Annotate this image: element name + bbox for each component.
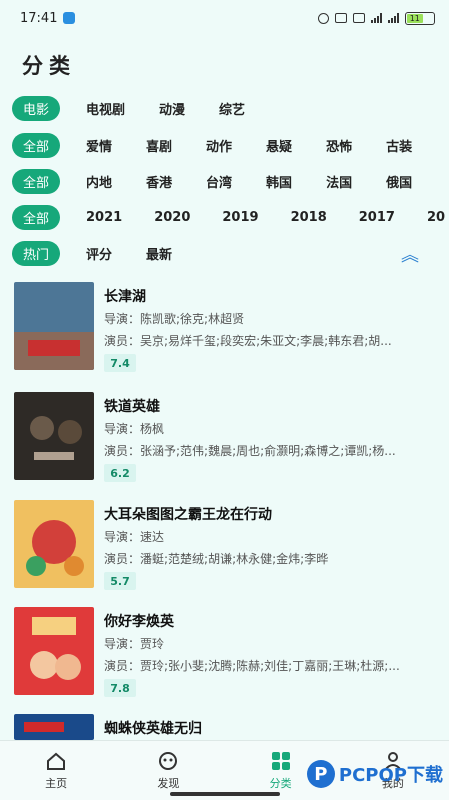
- filter-type-variety[interactable]: 综艺: [219, 99, 245, 118]
- filter-type-movie[interactable]: 电影: [12, 95, 60, 121]
- filter-sort-rating[interactable]: 评分: [86, 244, 112, 263]
- filter-year-all[interactable]: 全部: [12, 204, 60, 230]
- movie-title[interactable]: 你好李焕英: [104, 611, 174, 631]
- sort-filter-row: 热门 评分 最新 ︽: [0, 235, 449, 271]
- filter-genre-horror[interactable]: 恐怖: [326, 136, 352, 155]
- type-filter-row: 电影 电视剧 动漫 综艺: [0, 90, 449, 126]
- vibrate-icon: [335, 13, 347, 23]
- movie-score: 5.7: [104, 572, 136, 590]
- movie-poster[interactable]: [14, 500, 94, 588]
- filter-sort-latest[interactable]: 最新: [146, 244, 172, 263]
- filter-region-taiwan[interactable]: 台湾: [206, 172, 232, 191]
- filter-genre-action[interactable]: 动作: [206, 136, 232, 155]
- movie-actors: 演员：张涵予;范伟;魏晨;周也;俞灏明;森博之;谭凯;杨...: [104, 444, 396, 458]
- list-item[interactable]: 长津湖 导演：陈凯歌;徐克;林超贤 演员：吴京;易烊千玺;段奕宏;朱亚文;李晨;…: [0, 282, 449, 387]
- poster-image: [14, 607, 94, 695]
- filter-year-2019[interactable]: 2019: [222, 210, 258, 225]
- list-item[interactable]: 你好李焕英 导演：贾玲 演员：贾玲;张小斐;沈腾;陈赫;刘佳;丁嘉丽;王琳;杜源…: [0, 607, 449, 712]
- page-title: 分类: [22, 54, 76, 78]
- collapse-chevron-icon[interactable]: ︽: [401, 241, 419, 267]
- filter-year-2017[interactable]: 2017: [359, 210, 395, 225]
- signal-2-icon: [388, 13, 399, 23]
- list-item[interactable]: 铁道英雄 导演：杨枫 演员：张涵予;范伟;魏晨;周也;俞灏明;森博之;谭凯;杨.…: [0, 392, 449, 497]
- watermark: P PCPOP下载: [306, 760, 443, 788]
- category-icon: [271, 751, 290, 770]
- filter-type-tv[interactable]: 电视剧: [86, 99, 125, 118]
- list-item[interactable]: 大耳朵图图之霸王龙在行动 导演：速达 演员：潘蜓;范楚绒;胡谦;林永健;金炜;李…: [0, 500, 449, 605]
- home-indicator: [170, 792, 280, 796]
- movie-score: 6.2: [104, 464, 136, 482]
- home-icon: [47, 752, 66, 770]
- filter-year-2021[interactable]: 2021: [86, 210, 122, 225]
- filter-year-2018[interactable]: 2018: [291, 210, 327, 225]
- app-notification-icon: [63, 12, 76, 24]
- discover-icon: [159, 751, 178, 770]
- filter-year-2020[interactable]: 2020: [154, 210, 190, 225]
- movie-title[interactable]: 铁道英雄: [104, 396, 160, 416]
- nav-discover-label: 发现: [157, 776, 180, 790]
- filter-region-france[interactable]: 法国: [326, 172, 352, 191]
- movie-poster[interactable]: [14, 607, 94, 695]
- filter-year-partial[interactable]: 20: [427, 210, 445, 225]
- signal-icon: [371, 13, 382, 23]
- nav-home-label: 主页: [45, 776, 68, 790]
- movie-title[interactable]: 长津湖: [104, 286, 146, 306]
- filter-region-hongkong[interactable]: 香港: [146, 172, 172, 191]
- movie-score: 7.4: [104, 354, 136, 372]
- poster-image: [14, 714, 94, 740]
- filter-genre-romance[interactable]: 爱情: [86, 136, 112, 155]
- nav-category-label: 分类: [269, 776, 292, 790]
- movie-poster[interactable]: [14, 282, 94, 370]
- poster-image: [14, 392, 94, 480]
- watermark-text: PCPOP下载: [338, 765, 443, 786]
- poster-image: [14, 282, 94, 370]
- nfc-icon: [353, 13, 365, 23]
- watermark-logo: P: [306, 760, 335, 788]
- nav-home[interactable]: 主页: [0, 741, 112, 800]
- filter-type-anime[interactable]: 动漫: [159, 99, 185, 118]
- battery-icon: 11: [405, 11, 435, 25]
- filter-region-korea[interactable]: 韩国: [266, 172, 292, 191]
- movie-title[interactable]: 大耳朵图图之霸王龙在行动: [104, 504, 272, 524]
- movie-score: 7.8: [104, 679, 136, 697]
- movie-actors: 演员：贾玲;张小斐;沈腾;陈赫;刘佳;丁嘉丽;王琳;杜源;...: [104, 659, 400, 673]
- filter-genre-comedy[interactable]: 喜剧: [146, 136, 172, 155]
- movie-director: 导演：速达: [104, 530, 165, 544]
- status-time: 17:41: [20, 10, 58, 26]
- movie-title[interactable]: 蜘蛛侠英雄无归: [104, 718, 202, 738]
- movie-poster[interactable]: [14, 714, 94, 740]
- region-filter-row: 全部 内地 香港 台湾 韩国 法国 俄国: [0, 163, 449, 199]
- status-bar: 17:41 11: [0, 0, 449, 36]
- movie-actors: 演员：潘蜓;范楚绒;胡谦;林永健;金炜;李晔: [104, 552, 329, 566]
- filter-region-mainland[interactable]: 内地: [86, 172, 112, 191]
- poster-image: [14, 500, 94, 588]
- movie-director: 导演：杨枫: [104, 422, 165, 436]
- filter-genre-all[interactable]: 全部: [12, 132, 60, 158]
- filter-genre-costume[interactable]: 古装: [386, 136, 412, 155]
- movie-actors: 演员：吴京;易烊千玺;段奕宏;朱亚文;李晨;韩东君;胡...: [104, 334, 392, 348]
- filter-sort-hot[interactable]: 热门: [12, 240, 60, 266]
- year-filter-row: 全部 2021 2020 2019 2018 2017 20: [0, 199, 449, 235]
- filter-genre-mystery[interactable]: 悬疑: [266, 136, 292, 155]
- movie-director: 导演：陈凯歌;徐克;林超贤: [104, 312, 245, 326]
- alarm-icon: [318, 12, 329, 24]
- filter-region-all[interactable]: 全部: [12, 168, 60, 194]
- filter-region-russia[interactable]: 俄国: [386, 172, 412, 191]
- movie-poster[interactable]: [14, 392, 94, 480]
- genre-filter-row: 全部 爱情 喜剧 动作 悬疑 恐怖 古装: [0, 127, 449, 163]
- movie-director: 导演：贾玲: [104, 637, 165, 651]
- battery-level: 11: [407, 13, 423, 23]
